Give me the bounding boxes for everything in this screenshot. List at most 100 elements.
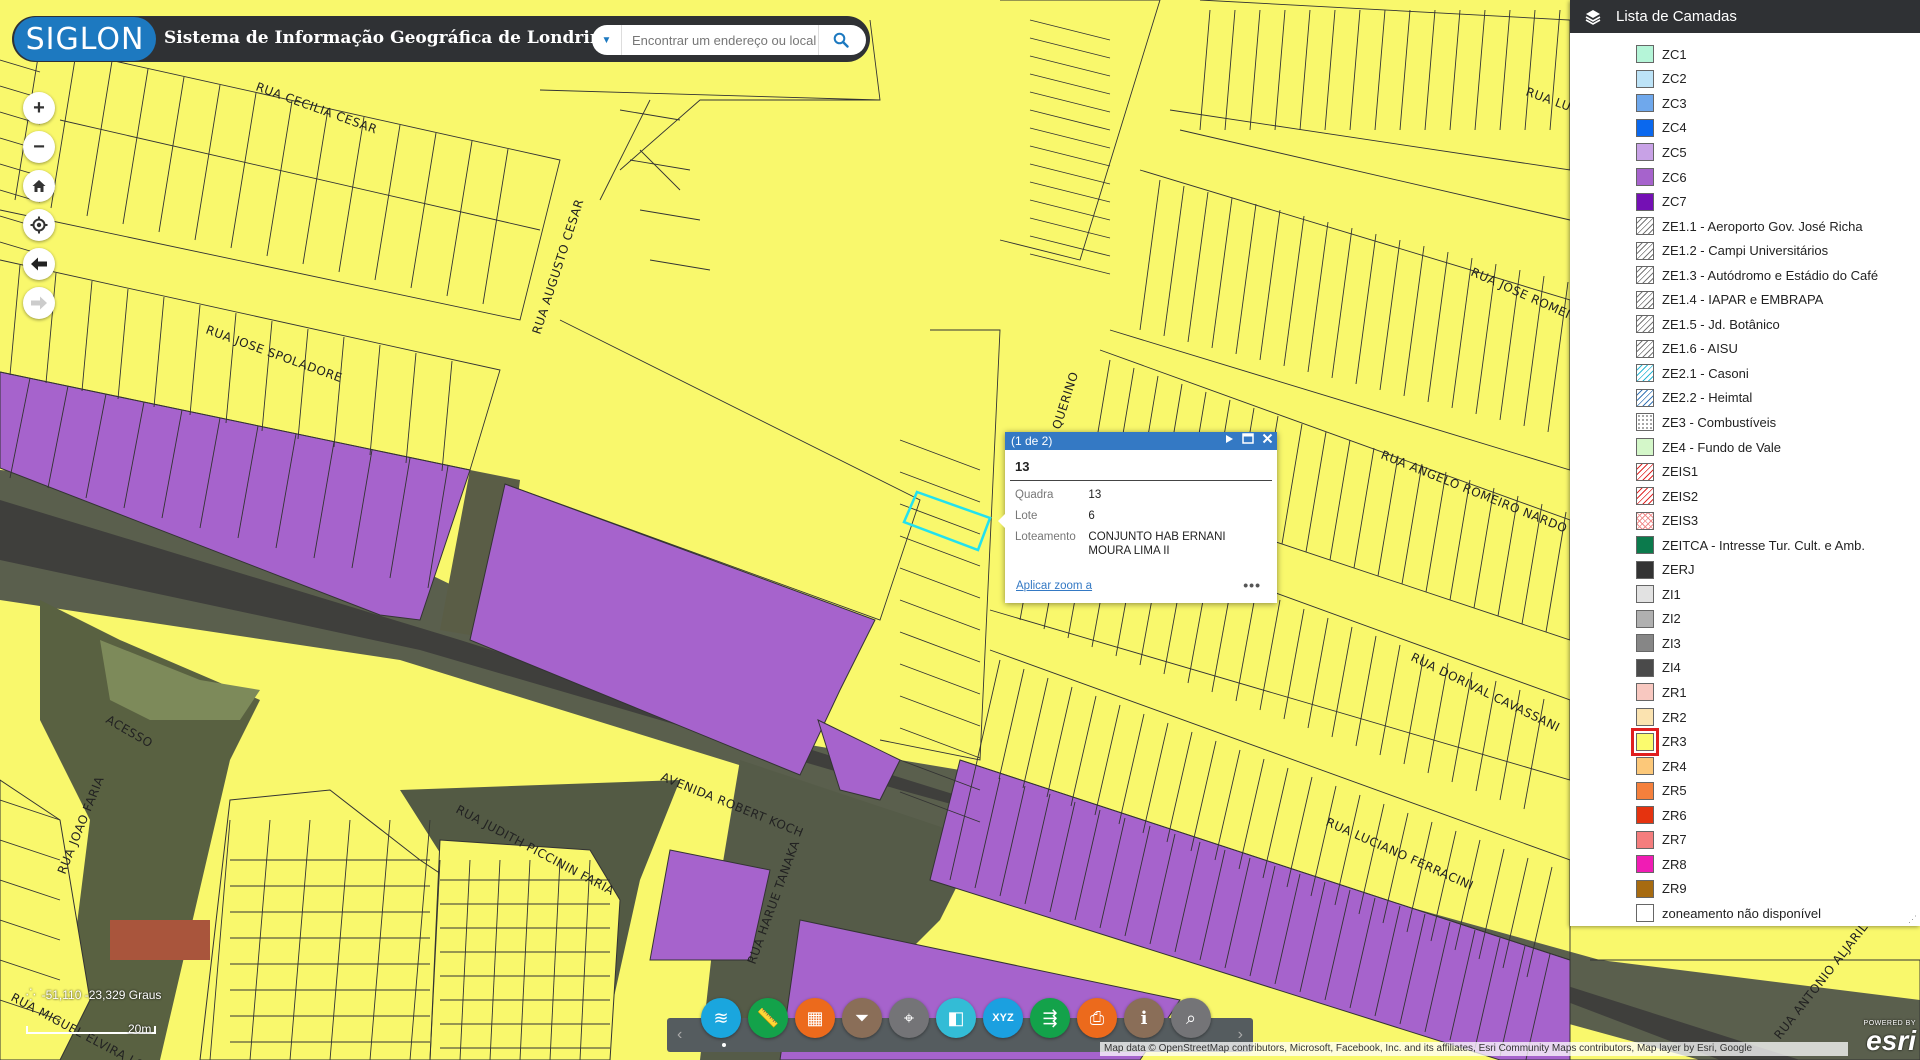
print-tool-button[interactable]: ⎙ [1077,998,1117,1038]
layer-item[interactable]: ZE1.2 - Campi Universitários [1570,238,1920,263]
layer-item[interactable]: ZE1.6 - AISU [1570,337,1920,362]
layer-item[interactable]: ZC6 [1570,165,1920,190]
legend-swatch [1636,168,1654,186]
layer-item[interactable]: ZC5 [1570,140,1920,165]
layer-item[interactable]: ZI4 [1570,656,1920,681]
legend-swatch [1636,45,1654,64]
layer-item[interactable]: ZE4 - Fundo de Vale [1570,435,1920,460]
layers-icon: ≋ [713,1007,729,1028]
coordinate-readout[interactable]: ⁛ -51,110 -23,329 Graus [26,988,161,1002]
layer-item[interactable]: ZEITCA - Intresse Tur. Cult. e Amb. [1570,533,1920,558]
layer-item[interactable]: ZR6 [1570,803,1920,828]
more-options-icon[interactable]: ••• [1243,577,1261,593]
coordinates-tool-button[interactable]: XYZ [983,998,1023,1038]
resize-grip-icon[interactable]: ⋰ [1908,914,1918,924]
layer-item[interactable]: ZR9 [1570,877,1920,902]
layer-item[interactable]: ZEIS3 [1570,508,1920,533]
app-title: Sistema de Informação Geográfica de Lond… [164,28,614,48]
layer-item[interactable]: ZERJ [1570,557,1920,582]
popup-field-row: Loteamento CONJUNTO HAB ERNANI MOURA LIM… [1005,531,1277,557]
crosshair-icon: ⁛ [26,988,36,1002]
legend-swatch [1636,904,1654,923]
layer-item[interactable]: ZC1 [1570,42,1920,67]
previous-extent-button[interactable] [23,248,55,280]
layer-item[interactable]: ZR5 [1570,778,1920,803]
search-input[interactable] [622,26,818,54]
layer-item[interactable]: ZC4 [1570,116,1920,141]
layer-item[interactable]: ZR1 [1570,680,1920,705]
legend-swatch [1636,511,1654,530]
esri-logo[interactable]: POWERED BY esri [1850,1020,1916,1058]
basemap-tool-button[interactable]: ▦ [795,998,835,1038]
layer-item[interactable]: ZE1.1 - Aeroporto Gov. José Richa [1570,214,1920,239]
locate-button[interactable] [23,209,55,241]
popup-field-row: Quadra 13 [1005,489,1277,502]
measure-tool-button[interactable]: 📏 [748,998,788,1038]
app-header: SIGLON Sistema de Informação Geográfica … [12,16,870,62]
share-tool-button[interactable]: ⇶ [1030,998,1070,1038]
layer-item[interactable]: ZC3 [1570,91,1920,116]
layer-label: ZE1.1 - Aeroporto Gov. José Richa [1662,218,1863,234]
maximize-icon[interactable] [1242,433,1254,444]
layer-item[interactable]: ZC7 [1570,189,1920,214]
legend-swatch [1636,339,1654,358]
next-extent-button[interactable] [23,287,55,319]
coordinate-text: -51,110 -23,329 Graus [41,988,162,1002]
layer-item[interactable]: ZEIS1 [1570,459,1920,484]
legend-swatch [1636,143,1654,162]
layer-item[interactable]: ZI3 [1570,631,1920,656]
filter-tool-button[interactable]: ⏷ [842,998,882,1038]
layer-item[interactable]: ZR2 [1570,705,1920,730]
scale-label: 20m [128,1022,152,1036]
search-map-icon: ⌕ [1185,1007,1197,1028]
location-tool-button[interactable]: ⌖ [889,998,929,1038]
zoom-out-button[interactable]: − [23,131,55,163]
layer-item[interactable]: ZE3 - Combustíveis [1570,410,1920,435]
search-button[interactable] [818,25,862,55]
toolbar-prev-icon[interactable]: ‹ [677,1026,682,1044]
layer-label: ZR9 [1662,881,1687,897]
minus-icon: − [33,135,45,158]
layer-item[interactable]: ZR3 [1570,727,1920,756]
layers-tool-button[interactable]: ≋ [701,998,741,1038]
next-feature-icon[interactable] [1224,434,1234,444]
about-tool-button[interactable]: i [1124,998,1164,1038]
layer-item[interactable]: ZI1 [1570,582,1920,607]
layer-panel-header: Lista de Camadas [1570,0,1920,33]
zoom-in-button[interactable]: + [23,92,55,124]
layers-icon [1585,9,1601,25]
layer-label: ZC1 [1662,46,1687,62]
legend-swatch [1636,69,1654,88]
layer-item[interactable]: ZE1.4 - IAPAR e EMBRAPA [1570,287,1920,312]
layer-item[interactable]: ZR8 [1570,852,1920,877]
query-tool-button[interactable]: ⌕ [1171,998,1211,1038]
info-icon: i [1140,1007,1148,1029]
home-button[interactable] [23,170,55,202]
layer-label: ZC7 [1662,194,1687,210]
layer-label: ZEITCA - Intresse Tur. Cult. e Amb. [1662,537,1866,553]
layer-item[interactable]: ZE2.1 - Casoni [1570,361,1920,386]
search-icon [833,32,849,48]
close-icon[interactable] [1262,433,1273,444]
legend-swatch [1636,855,1654,874]
layer-item[interactable]: ZR7 [1570,828,1920,853]
layer-item[interactable]: ZEIS2 [1570,484,1920,509]
home-icon [32,180,46,192]
layer-item[interactable]: ZC2 [1570,67,1920,92]
zoom-to-link[interactable]: Aplicar zoom a [1016,580,1092,592]
layer-label: ZI4 [1662,660,1681,676]
search-source-dropdown[interactable]: ▼ [592,25,622,55]
layer-item[interactable]: ZE1.5 - Jd. Botânico [1570,312,1920,337]
layer-item[interactable]: ZR4 [1570,754,1920,779]
arrow-left-icon [31,257,47,271]
swipe-tool-button[interactable]: ◧ [936,998,976,1038]
layer-item[interactable]: ZE1.3 - Autódromo e Estádio do Café [1570,263,1920,288]
layer-label: ZI1 [1662,586,1681,602]
layer-item[interactable]: ZE2.2 - Heimtal [1570,386,1920,411]
siglon-logo[interactable]: SIGLON [14,17,156,61]
layer-label: ZERJ [1662,562,1695,578]
layer-item[interactable]: ZI2 [1570,607,1920,632]
legend-swatch [1636,290,1654,309]
layer-item[interactable]: zoneamento não disponível [1570,901,1920,926]
legend-swatch [1636,806,1654,825]
